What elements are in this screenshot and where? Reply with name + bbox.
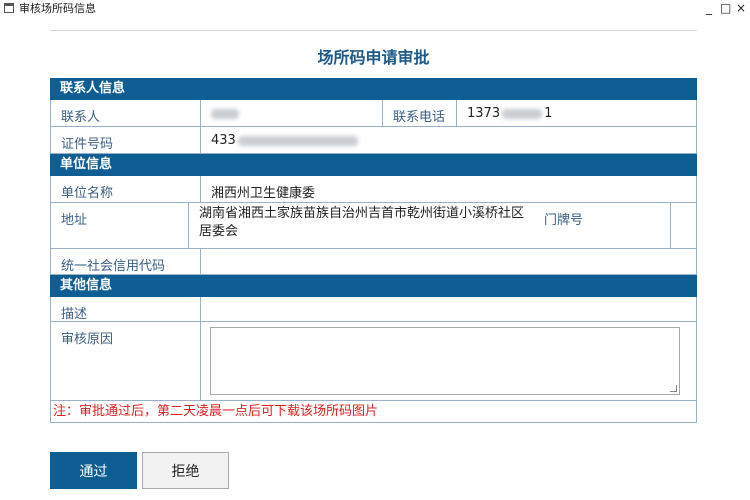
row-contact-name-phone: 联系人 联系电话 1373 1 xyxy=(50,100,697,127)
close-icon[interactable]: × xyxy=(736,0,746,16)
window-title: 审核场所码信息 xyxy=(19,2,96,15)
divider xyxy=(50,30,697,31)
contact-name-value xyxy=(201,100,383,126)
window-titlebar: 审核场所码信息 _ □ × xyxy=(0,0,750,16)
phone-prefix: 1373 xyxy=(467,106,501,121)
redacted-id xyxy=(237,135,358,146)
door-number-label: 门牌号 xyxy=(534,203,671,248)
minimize-icon[interactable]: _ xyxy=(704,0,714,16)
contact-phone-value: 1373 1 xyxy=(457,100,552,126)
id-prefix: 433 xyxy=(211,133,236,148)
contact-phone-label: 联系电话 xyxy=(383,100,457,126)
row-credit-code: 统一社会信用代码 xyxy=(50,249,697,275)
phone-suffix: 1 xyxy=(544,106,553,121)
id-number-label: 证件号码 xyxy=(51,127,201,153)
redacted-name xyxy=(211,108,239,119)
approval-note: 注：审批通过后，第二天凌晨一点后可下载该场所码图片 xyxy=(50,401,697,423)
credit-code-value xyxy=(201,249,211,274)
section-other: 其他信息 xyxy=(50,275,697,297)
id-number-value: 433 xyxy=(201,127,358,153)
row-unit-name: 单位名称 湘西州卫生健康委 xyxy=(50,176,697,203)
row-id-number: 证件号码 433 xyxy=(50,127,697,154)
description-value xyxy=(201,297,211,321)
approval-form: 联系人信息 联系人 联系电话 1373 1 证件号码 433 单位信息 单位名称 … xyxy=(50,78,697,423)
review-reason-label: 审核原因 xyxy=(51,322,201,400)
window-controls: _ □ × xyxy=(704,0,746,16)
unit-name-value: 湘西州卫生健康委 xyxy=(211,186,316,201)
door-number-value xyxy=(671,203,691,248)
credit-code-label: 统一社会信用代码 xyxy=(51,249,201,274)
review-reason-textarea[interactable] xyxy=(210,327,680,395)
reject-button[interactable]: 拒绝 xyxy=(142,452,229,489)
form-title: 场所码申请审批 xyxy=(317,48,430,67)
contact-name-label: 联系人 xyxy=(51,100,201,126)
approve-button[interactable]: 通过 xyxy=(50,452,137,489)
section-contact: 联系人信息 xyxy=(50,78,697,100)
redacted-phone xyxy=(502,108,543,119)
window-icon xyxy=(4,3,14,13)
section-unit: 单位信息 xyxy=(50,154,697,176)
maximize-icon[interactable]: □ xyxy=(720,0,731,16)
row-review-reason: 审核原因 xyxy=(50,322,697,401)
address-value: 湖南省湘西土家族苗族自治州吉首市乾州街道小溪桥社区居委会 xyxy=(199,206,525,239)
address-label: 地址 xyxy=(51,203,189,248)
row-description: 描述 xyxy=(50,297,697,322)
unit-name-label: 单位名称 xyxy=(51,176,201,202)
description-label: 描述 xyxy=(51,297,201,322)
row-address: 地址 湖南省湘西土家族苗族自治州吉首市乾州街道小溪桥社区居委会 门牌号 xyxy=(50,203,697,249)
